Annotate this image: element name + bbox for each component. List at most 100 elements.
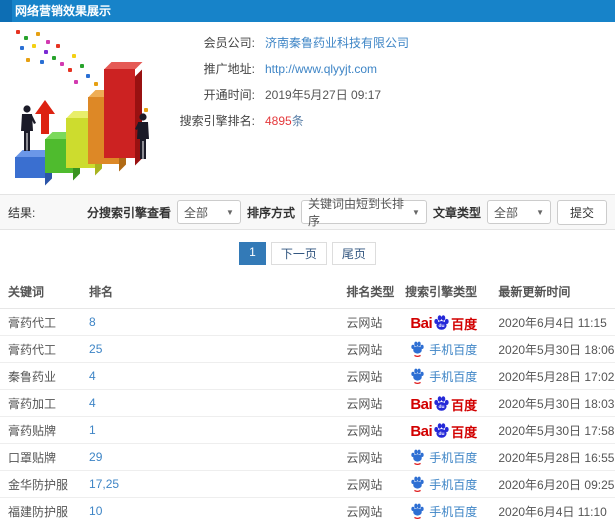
mobile-baidu-paw-icon bbox=[411, 341, 424, 357]
mobile-baidu-label: 手机百度 bbox=[429, 450, 478, 465]
article-type-select[interactable]: 全部 ▼ bbox=[486, 200, 551, 224]
updated-time-cell: 2020年5月28日 16:55 bbox=[498, 450, 615, 465]
baidu-logo-cn-text: 百度 bbox=[451, 424, 478, 440]
col-rank-type: 排名类型 bbox=[338, 275, 398, 309]
bar-red bbox=[104, 62, 142, 165]
page-1-button[interactable]: 1 bbox=[239, 242, 266, 265]
info-row-rank-count: 搜索引擎排名: 4895条 bbox=[170, 108, 610, 134]
table-row: 膏药贴牌 1 云网站 Bai du 百度 2020年5月30日 17:58 bbox=[0, 416, 615, 444]
keyword-cell: 膏药代工 bbox=[8, 315, 57, 330]
confetti-decoration bbox=[16, 30, 20, 34]
rank-count-value: 4895 bbox=[265, 114, 292, 128]
keyword-cell: 秦鲁药业 bbox=[8, 369, 57, 384]
rank-link[interactable]: 8 bbox=[89, 315, 96, 329]
rank-link[interactable]: 17,25 bbox=[89, 477, 119, 491]
updated-time-cell: 2020年5月28日 17:02 bbox=[498, 369, 615, 384]
rank-link[interactable]: 25 bbox=[89, 342, 102, 356]
baidu-logo-bai-text: Bai bbox=[410, 422, 433, 440]
baidu-logo-bai-text: Bai bbox=[410, 314, 433, 332]
col-keyword: 关键词 bbox=[0, 275, 82, 309]
mobile-baidu-paw-icon bbox=[411, 503, 424, 519]
engine-filter-label: 分搜索引擎查看 bbox=[86, 205, 171, 220]
updated-time-cell: 2020年5月30日 18:06 bbox=[498, 342, 615, 357]
table-row: 秦鲁药业 4 云网站 手机百度 2020年5月28日 17:02 bbox=[0, 362, 615, 390]
rank-type-cell: 云网站 bbox=[346, 450, 383, 465]
baidu-logo: Bai du 百度 bbox=[410, 395, 477, 412]
header-left-edge bbox=[0, 0, 12, 22]
svg-text:du: du bbox=[439, 404, 445, 410]
mobile-baidu-logo: 手机百度 bbox=[410, 449, 477, 466]
mobile-baidu-paw-icon bbox=[411, 476, 424, 492]
promo-url-label: 推广地址: bbox=[203, 62, 255, 76]
company-link[interactable]: 济南秦鲁药业科技有限公司 bbox=[265, 36, 409, 50]
filter-bar: 结果: 分搜索引擎查看 全部 ▼ 排序方式 关键词由短到长排序 ▼ 文章类型 全… bbox=[0, 194, 615, 230]
table-row: 福建防护服 10 云网站 手机百度 2020年6月4日 11:10 bbox=[0, 497, 615, 520]
open-time-value: 2019年5月27日 09:17 bbox=[265, 88, 382, 102]
updated-time-cell: 2020年6月4日 11:15 bbox=[498, 315, 607, 330]
rank-link[interactable]: 29 bbox=[89, 450, 102, 464]
svg-text:du: du bbox=[439, 323, 445, 329]
rank-type-cell: 云网站 bbox=[346, 396, 383, 411]
updated-time-cell: 2020年6月20日 09:25 bbox=[498, 477, 615, 492]
rank-type-cell: 云网站 bbox=[346, 342, 383, 357]
account-info-section: 会员公司: 济南秦鲁药业科技有限公司 推广地址: http://www.qlyy… bbox=[0, 22, 615, 194]
open-time-label: 开通时间: bbox=[203, 88, 255, 102]
mobile-baidu-logo: 手机百度 bbox=[410, 476, 477, 493]
col-engine-type: 搜索引擎类型 bbox=[397, 275, 491, 309]
bar-chart-illustration bbox=[2, 28, 174, 188]
table-row: 金华防护服 17,25 云网站 手机百度 2020年6月20日 09:25 bbox=[0, 470, 615, 498]
mobile-baidu-label: 手机百度 bbox=[429, 342, 478, 357]
updated-time-cell: 2020年6月4日 11:10 bbox=[498, 504, 607, 519]
chevron-down-icon: ▼ bbox=[226, 207, 234, 217]
table-row: 膏药加工 4 云网站 Bai du 百度 2020年5月30日 18:03 bbox=[0, 389, 615, 417]
keyword-cell: 口罩贴牌 bbox=[8, 450, 57, 465]
rank-type-cell: 云网站 bbox=[346, 504, 383, 519]
sort-select-value: 关键词由短到长排序 bbox=[307, 197, 404, 228]
keyword-cell: 金华防护服 bbox=[8, 477, 69, 492]
table-header-row: 关键词 排名 排名类型 搜索引擎类型 最新更新时间 bbox=[0, 275, 615, 309]
app-header: 网络营销效果展示 bbox=[0, 0, 615, 22]
promo-url-link[interactable]: http://www.qlyyjt.com bbox=[265, 62, 377, 76]
updated-time-cell: 2020年5月30日 17:58 bbox=[498, 423, 615, 438]
svg-text:du: du bbox=[439, 431, 445, 437]
article-type-select-value: 全部 bbox=[493, 205, 518, 220]
rank-link[interactable]: 10 bbox=[89, 504, 102, 518]
info-row-company: 会员公司: 济南秦鲁药业科技有限公司 bbox=[170, 30, 610, 56]
account-info-list: 会员公司: 济南秦鲁药业科技有限公司 推广地址: http://www.qlyy… bbox=[170, 30, 610, 134]
engine-select[interactable]: 全部 ▼ bbox=[176, 200, 241, 224]
keyword-cell: 膏药代工 bbox=[8, 342, 57, 357]
submit-button[interactable]: 提交 bbox=[556, 199, 607, 225]
info-row-url: 推广地址: http://www.qlyyjt.com bbox=[170, 56, 610, 82]
rank-type-cell: 云网站 bbox=[346, 477, 383, 492]
mobile-baidu-logo: 手机百度 bbox=[410, 368, 477, 385]
chevron-down-icon: ▼ bbox=[412, 207, 420, 217]
table-row: 膏药代工 25 云网站 手机百度 2020年5月30日 18:06 bbox=[0, 335, 615, 363]
baidu-paw-icon: du bbox=[434, 395, 449, 411]
rank-link[interactable]: 1 bbox=[89, 423, 96, 437]
businessman-right bbox=[135, 113, 149, 159]
table-row: 膏药代工 8 云网站 Bai du 百度 2020年6月4日 11:15 bbox=[0, 308, 615, 336]
mobile-baidu-label: 手机百度 bbox=[429, 369, 478, 384]
mobile-baidu-paw-icon bbox=[411, 368, 424, 384]
keyword-cell: 膏药贴牌 bbox=[8, 423, 57, 438]
baidu-logo: Bai du 百度 bbox=[410, 314, 477, 331]
table-row: 口罩贴牌 29 云网站 手机百度 2020年5月28日 16:55 bbox=[0, 443, 615, 471]
mobile-baidu-logo: 手机百度 bbox=[410, 503, 477, 520]
baidu-logo: Bai du 百度 bbox=[410, 422, 477, 439]
rank-link[interactable]: 4 bbox=[89, 369, 96, 383]
rank-type-cell: 云网站 bbox=[346, 369, 383, 384]
engine-select-value: 全部 bbox=[183, 205, 208, 220]
article-type-label: 文章类型 bbox=[432, 205, 481, 220]
mobile-baidu-label: 手机百度 bbox=[429, 477, 478, 492]
col-updated: 最新更新时间 bbox=[490, 275, 615, 309]
sort-select[interactable]: 关键词由短到长排序 ▼ bbox=[300, 197, 427, 228]
next-page-button[interactable]: 下一页 bbox=[270, 242, 327, 265]
mobile-baidu-label: 手机百度 bbox=[429, 504, 478, 519]
rank-count-unit: 条 bbox=[291, 114, 304, 128]
rank-link[interactable]: 4 bbox=[89, 396, 96, 410]
baidu-paw-icon: du bbox=[434, 314, 449, 330]
bar-blue bbox=[15, 150, 52, 185]
baidu-logo-bai-text: Bai bbox=[410, 395, 433, 413]
baidu-logo-cn-text: 百度 bbox=[451, 397, 478, 413]
last-page-button[interactable]: 尾页 bbox=[331, 242, 376, 265]
